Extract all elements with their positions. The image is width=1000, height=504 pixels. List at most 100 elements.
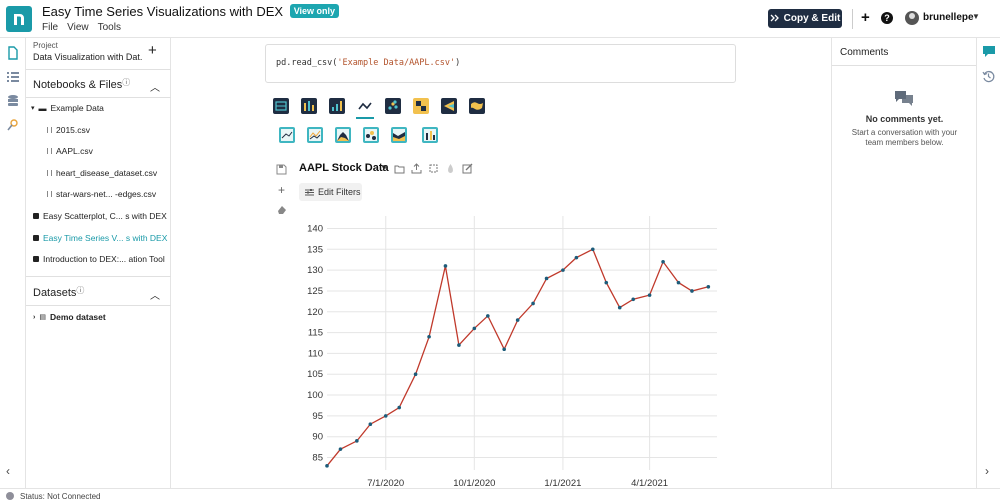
chart-subtype-scatter-icon[interactable] — [363, 127, 379, 143]
dataset-title[interactable]: AAPL Stock Data — [299, 162, 389, 174]
code-cell[interactable]: pd.read_csv('Example Data/AAPL.csv') — [265, 44, 736, 83]
data-point[interactable] — [443, 264, 448, 268]
chart-subtype-line-icon[interactable] — [307, 127, 323, 143]
file-icon[interactable] — [6, 46, 20, 60]
data-point[interactable] — [413, 372, 418, 377]
chart-subtype-area-icon[interactable] — [335, 127, 351, 143]
data-point[interactable] — [325, 464, 329, 468]
heatmap-icon — [416, 101, 426, 111]
chart-type-heatmap-icon[interactable] — [413, 98, 429, 114]
add-icon[interactable]: + — [861, 10, 870, 25]
data-point[interactable] — [368, 422, 373, 426]
save-icon[interactable] — [276, 164, 287, 175]
add-file-button[interactable]: + — [148, 43, 157, 58]
data-point[interactable] — [617, 305, 622, 310]
data-point[interactable] — [427, 334, 431, 339]
data-point[interactable] — [457, 343, 461, 347]
grid-icon — [275, 101, 287, 111]
notebooks-files-title: Notebooks & Filesⓘ — [33, 77, 130, 91]
file-item[interactable]: star-wars-net... -edges.csv — [47, 189, 156, 199]
code-prefix: pd.read_csv( — [276, 58, 338, 68]
data-point[interactable] — [561, 268, 565, 272]
database-icon[interactable] — [6, 94, 20, 108]
copy-edit-label: Copy & Edit — [783, 13, 841, 24]
data-point[interactable] — [706, 284, 711, 289]
data-point[interactable] — [486, 314, 490, 318]
file-item[interactable]: 2015.csv — [47, 125, 90, 135]
copy-edit-icon — [770, 14, 779, 21]
menu-tools[interactable]: Tools — [98, 22, 121, 33]
chart-type-grid-icon[interactable] — [273, 98, 289, 114]
notebook-item-active[interactable]: Easy Time Series V... s with DEX — [33, 233, 167, 243]
data-point[interactable] — [574, 255, 579, 260]
chart-subtype-line-icon[interactable] — [279, 127, 295, 143]
y-tick-label: 90 — [312, 432, 323, 443]
list-icon[interactable] — [6, 70, 20, 84]
dataset-item[interactable]: › ▤ Demo dataset — [33, 312, 106, 322]
data-point[interactable] — [338, 447, 343, 451]
chevron-up-icon[interactable]: ︿ — [150, 287, 160, 302]
collapse-left-icon[interactable]: ‹ — [6, 464, 10, 478]
data-point[interactable] — [631, 297, 636, 302]
drop-icon[interactable] — [446, 163, 455, 174]
help-icon[interactable]: ? — [881, 12, 893, 24]
comments-icon[interactable] — [982, 45, 996, 58]
crop-icon[interactable] — [428, 163, 439, 174]
data-point[interactable] — [647, 293, 652, 297]
data-point[interactable] — [383, 414, 388, 418]
info-icon[interactable]: ⓘ — [76, 286, 84, 295]
edit-filters-button[interactable]: Edit Filters — [299, 183, 362, 201]
chart-subtype-bar-icon[interactable] — [422, 127, 438, 143]
add-icon[interactable]: + — [278, 183, 285, 197]
username[interactable]: brunellepe — [923, 12, 974, 23]
notebook-icon — [33, 213, 39, 219]
data-point[interactable] — [472, 326, 477, 331]
data-point[interactable] — [515, 318, 520, 322]
folder-example-data[interactable]: ▾ ▬ Example Data — [31, 103, 104, 113]
chart-subtype-area-icon[interactable] — [391, 127, 407, 143]
data-point[interactable] — [355, 439, 359, 443]
menu-view[interactable]: View — [67, 22, 89, 33]
data-point[interactable] — [661, 260, 665, 264]
chart-type-spectrum-icon[interactable] — [441, 98, 457, 114]
y-tick-label: 85 — [312, 453, 323, 464]
data-point[interactable] — [531, 301, 535, 306]
chart-type-map-icon[interactable] — [469, 98, 485, 114]
user-key-icon[interactable] — [6, 118, 20, 132]
logo-n-icon — [14, 14, 24, 25]
notebook-item[interactable]: Easy Scatterplot, C... s with DEX — [33, 211, 167, 221]
chart-type-bar-icon[interactable] — [329, 98, 345, 114]
edit-icon[interactable] — [462, 163, 473, 174]
data-point[interactable] — [502, 347, 506, 352]
folder-icon[interactable] — [394, 164, 405, 174]
export-icon[interactable] — [411, 163, 422, 174]
avatar[interactable] — [905, 11, 919, 25]
time-series-chart[interactable]: 85 90 95 100 105 110 115 120 125 130 135 140 7/1/202… — [282, 208, 722, 488]
noteable-logo[interactable] — [6, 6, 32, 32]
chart-type-scatter-icon[interactable] — [385, 98, 401, 114]
data-point[interactable] — [544, 276, 549, 281]
project-name[interactable]: Data Visualization with Dat... — [33, 52, 143, 62]
chart-type-line-icon[interactable] — [356, 98, 374, 119]
data-point[interactable] — [590, 247, 595, 252]
notebook-item[interactable]: Introduction to DEX:... ation Tool — [33, 254, 165, 264]
file-item[interactable]: heart_disease_dataset.csv — [47, 168, 157, 178]
history-icon[interactable] — [982, 70, 995, 83]
file-item[interactable]: AAPL.csv — [47, 146, 93, 156]
chevron-up-icon[interactable]: ︿ — [150, 79, 160, 94]
data-point[interactable] — [604, 280, 609, 285]
chevron-down-icon[interactable]: ▼ — [380, 163, 388, 172]
info-icon[interactable]: ⓘ — [122, 78, 130, 87]
divider — [26, 276, 171, 277]
chart-type-bar-icon[interactable] — [301, 98, 317, 114]
data-point[interactable] — [676, 280, 681, 285]
chevron-down-icon[interactable]: ▼ — [972, 12, 980, 21]
series-line[interactable] — [326, 248, 709, 467]
data-point[interactable] — [690, 289, 694, 293]
collapse-right-icon[interactable]: › — [985, 464, 989, 478]
menu-file[interactable]: File — [42, 22, 58, 33]
data-point[interactable] — [397, 405, 402, 410]
copy-edit-button[interactable]: Copy & Edit — [768, 9, 842, 28]
right-icon-rail: › — [976, 38, 1000, 488]
y-tick-label: 125 — [307, 286, 323, 297]
